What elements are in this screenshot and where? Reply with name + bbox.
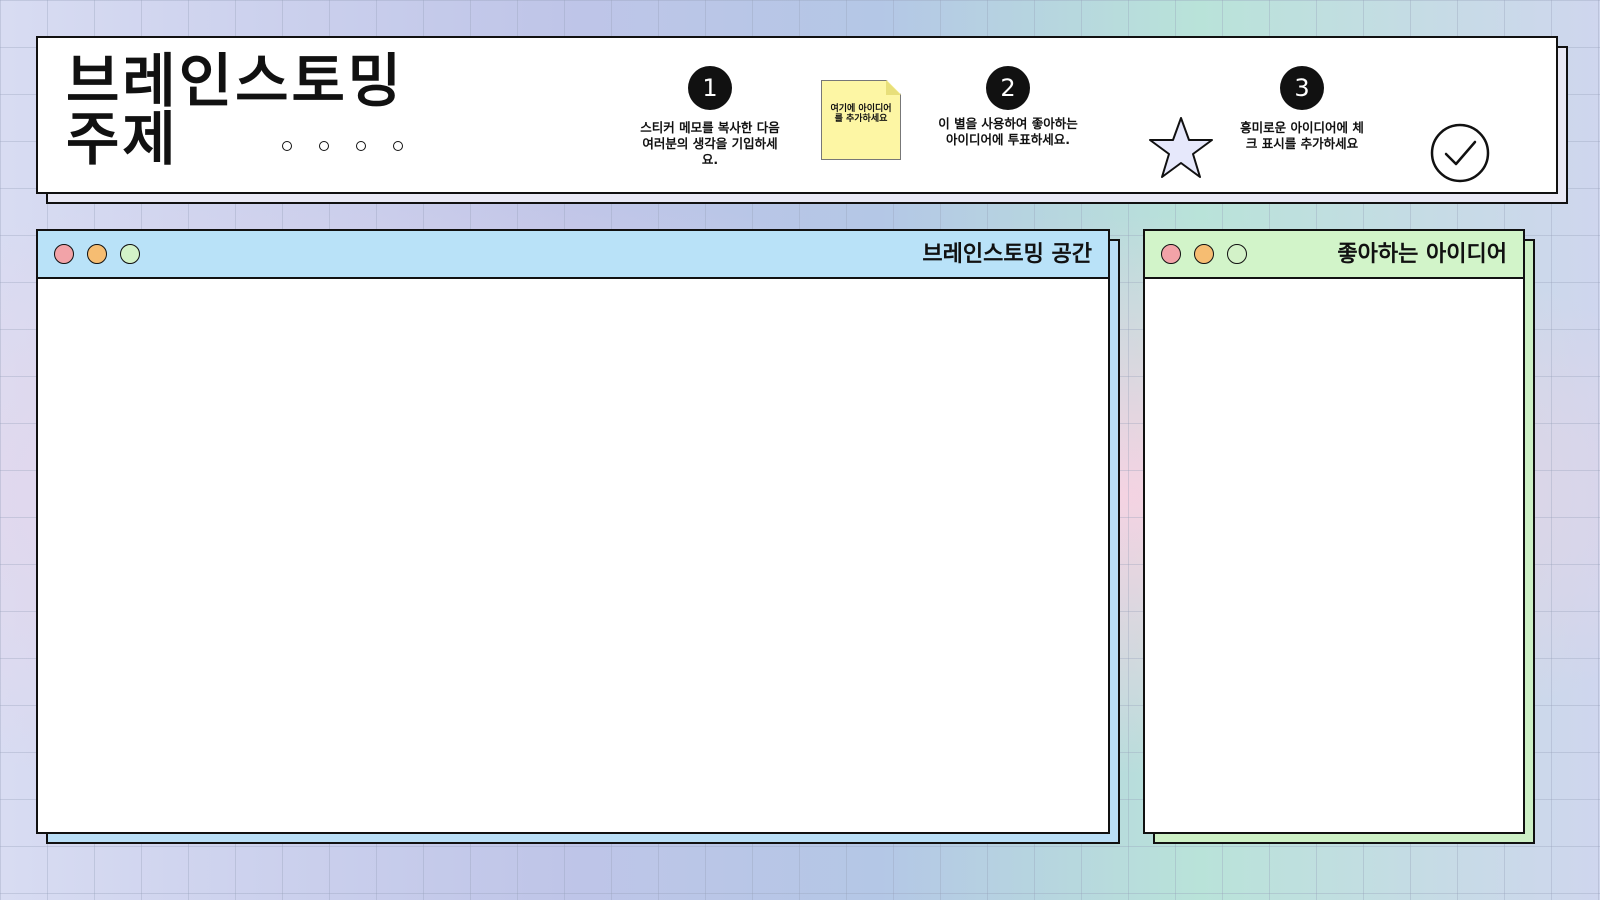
- step-1-number-icon: 1: [688, 66, 732, 110]
- window-controls: [1161, 244, 1247, 264]
- brainstorm-canvas[interactable]: [38, 279, 1108, 832]
- green-dot-icon: [120, 244, 140, 264]
- orange-dot-icon: [1194, 244, 1214, 264]
- title-line-1: 브레인스토밍: [66, 47, 405, 115]
- brainstorm-window: 브레인스토밍 공간: [36, 229, 1110, 834]
- step-3-number-icon: 3: [1280, 66, 1324, 110]
- favorites-canvas[interactable]: [1145, 279, 1523, 832]
- sticky-note-fold: [886, 80, 901, 95]
- step-3-text: 흥미로운 아이디어에 체크 표시를 추가하세요: [1240, 120, 1364, 151]
- orange-dot-icon: [87, 244, 107, 264]
- title-line-2: 주제: [66, 105, 179, 173]
- step-2-text: 이 별을 사용하여 좋아하는 아이디어에 투표하세요.: [938, 116, 1078, 147]
- decorative-dots: [282, 141, 403, 151]
- step-3: 3 흥미로운 아이디어에 체크 표시를 추가하세요: [1236, 66, 1368, 152]
- dot-icon: [393, 141, 403, 151]
- step-2: 2 이 별을 사용하여 좋아하는 아이디어에 투표하세요.: [933, 66, 1083, 148]
- brainstorm-window-title: 브레인스토밍 공간: [922, 242, 1092, 267]
- dot-icon: [356, 141, 366, 151]
- red-dot-icon: [1161, 244, 1181, 264]
- step-2-number-icon: 2: [986, 66, 1030, 110]
- favorites-window-titlebar: 좋아하는 아이디어: [1145, 231, 1523, 279]
- favorites-window: 좋아하는 아이디어: [1143, 229, 1525, 834]
- green-dot-icon: [1227, 244, 1247, 264]
- window-controls: [54, 244, 140, 264]
- step-1-text: 스티커 메모를 복사한 다음 여러분의 생각을 기입하세요.: [640, 120, 780, 167]
- favorites-window-title: 좋아하는 아이디어: [1337, 242, 1507, 267]
- star-icon[interactable]: [1148, 116, 1214, 180]
- red-dot-icon: [54, 244, 74, 264]
- header-panel: 브레인스토밍 주제 1 스티커 메모를 복사한 다음 여러분의 생각을 기입하세…: [36, 36, 1558, 194]
- brainstorm-window-titlebar: 브레인스토밍 공간: [38, 231, 1108, 279]
- checkmark-circle-icon[interactable]: [1429, 122, 1491, 184]
- dot-icon: [319, 141, 329, 151]
- dot-icon: [282, 141, 292, 151]
- step-1: 1 스티커 메모를 복사한 다음 여러분의 생각을 기입하세요.: [636, 66, 784, 168]
